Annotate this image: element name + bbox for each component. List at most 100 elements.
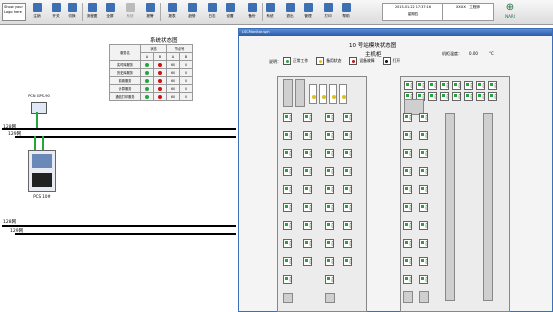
io-module[interactable]: K-LK [403, 257, 412, 266]
io-module[interactable]: K-LK [464, 81, 473, 90]
io-module[interactable]: K-LK [428, 81, 437, 90]
io-module[interactable]: K-LK [325, 239, 334, 248]
io-module[interactable]: K-LK [403, 131, 412, 140]
toolbar-button[interactable]: 报表 [164, 2, 180, 22]
pcs-device-icon[interactable] [28, 150, 56, 192]
toolbar-button[interactable]: 报警 [142, 2, 158, 22]
power-unit[interactable] [309, 84, 317, 104]
toolbar-button[interactable]: 备份 [244, 2, 260, 22]
toolbar-icon [207, 3, 217, 12]
toolbar-button[interactable]: 系统 [262, 2, 278, 22]
io-module[interactable]: K-LK [419, 131, 428, 140]
io-module[interactable]: K-LK [343, 203, 352, 212]
io-module[interactable]: K-LK [283, 239, 292, 248]
toolbar-button[interactable]: 退出 [282, 2, 298, 22]
module-status-window[interactable]: LSCMonitor.sph 10 号站模块状态图 主机柜 机柜温度： 0.00… [238, 28, 553, 312]
power-unit[interactable] [319, 84, 327, 104]
io-module[interactable]: K-LK [403, 275, 412, 284]
io-module[interactable]: K-LK [283, 275, 292, 284]
io-module[interactable]: K-LK [303, 203, 312, 212]
io-module[interactable]: K-LK [403, 239, 412, 248]
gps-device-icon[interactable] [31, 102, 47, 114]
io-module[interactable]: K-LK [476, 92, 485, 101]
io-module[interactable]: K-LK [325, 275, 334, 284]
io-module[interactable]: K-LK [343, 149, 352, 158]
io-module[interactable]: K-LK [403, 185, 412, 194]
io-module[interactable]: K-LK [476, 81, 485, 90]
toolbar-button[interactable]: 注销 [29, 2, 45, 22]
io-module[interactable]: K-LK [283, 131, 292, 140]
io-module[interactable]: K-LK [403, 221, 412, 230]
io-module[interactable]: K-LK [403, 203, 412, 212]
io-module[interactable]: K-LK [303, 113, 312, 122]
power-unit[interactable] [339, 84, 347, 104]
user-box[interactable]: XXXX 工程师 [442, 3, 494, 21]
io-module[interactable]: K-LK [303, 167, 312, 176]
io-module[interactable]: K-LK [283, 113, 292, 122]
io-module[interactable]: K-LK [419, 167, 428, 176]
io-module[interactable]: K-LK [452, 92, 461, 101]
io-module[interactable]: K-LK [343, 257, 352, 266]
io-module[interactable]: K-LK [419, 185, 428, 194]
io-module[interactable]: K-LK [283, 221, 292, 230]
io-module[interactable]: K-LK [283, 167, 292, 176]
io-module[interactable]: K-LK [419, 113, 428, 122]
io-module[interactable]: K-LK [419, 149, 428, 158]
module-code: K-LK [424, 114, 428, 120]
io-module[interactable]: K-LK [488, 92, 497, 101]
io-module[interactable]: K-LK [488, 81, 497, 90]
toolbar-button[interactable]: 切换 [64, 2, 80, 22]
io-module[interactable]: K-LK [343, 113, 352, 122]
io-module[interactable]: K-LK [419, 221, 428, 230]
io-module[interactable]: K-LK [404, 81, 413, 90]
io-module[interactable]: K-LK [303, 185, 312, 194]
io-module[interactable]: K-LK [343, 221, 352, 230]
io-module[interactable]: K-LK [419, 239, 428, 248]
io-module[interactable]: K-LK [419, 275, 428, 284]
io-module[interactable]: K-LK [325, 221, 334, 230]
io-module[interactable]: K-LK [325, 257, 334, 266]
io-module[interactable]: K-LK [325, 149, 334, 158]
io-module[interactable]: K-LK [343, 185, 352, 194]
io-module[interactable]: K-LK [403, 113, 412, 122]
io-module[interactable]: K-LK [419, 257, 428, 266]
user-role: 工程师 [469, 5, 481, 9]
toolbar-button[interactable]: 流程图 [84, 2, 100, 22]
io-module[interactable]: K-LK [440, 92, 449, 101]
io-module[interactable]: K-LK [403, 149, 412, 158]
io-module[interactable]: K-LK [283, 185, 292, 194]
io-module[interactable]: K-LK [325, 185, 334, 194]
toolbar-button[interactable]: 日志 [204, 2, 220, 22]
io-module[interactable]: K-LK [325, 113, 334, 122]
io-module[interactable]: K-LK [283, 257, 292, 266]
io-module[interactable]: K-LK [325, 131, 334, 140]
io-module[interactable]: K-LK [325, 203, 334, 212]
io-module[interactable]: K-LK [343, 239, 352, 248]
io-module[interactable]: K-LK [303, 149, 312, 158]
io-module[interactable]: K-LK [343, 131, 352, 140]
io-module[interactable]: K-LK [303, 239, 312, 248]
io-module[interactable]: K-LK [419, 203, 428, 212]
toolbar-button[interactable]: 设置 [222, 2, 238, 22]
toolbar-button[interactable]: 管理 [300, 2, 316, 22]
toolbar-button[interactable]: 全屏 [102, 2, 118, 22]
io-module[interactable]: K-LK [303, 257, 312, 266]
io-module[interactable]: K-LK [325, 167, 334, 176]
io-module[interactable]: K-LK [283, 203, 292, 212]
io-module[interactable]: K-LK [428, 92, 437, 101]
toolbar-button[interactable]: 帮助 [338, 2, 354, 22]
power-unit[interactable] [329, 84, 337, 104]
io-module[interactable]: K-LK [464, 92, 473, 101]
toolbar-button[interactable]: 开关 [48, 2, 64, 22]
io-module[interactable]: K-LK [452, 81, 461, 90]
io-module[interactable]: K-LK [283, 149, 292, 158]
io-module[interactable]: K-LK [303, 131, 312, 140]
toolbar-button[interactable]: 系统 [122, 2, 138, 22]
toolbar-button[interactable]: 打印 [320, 2, 336, 22]
io-module[interactable]: K-LK [303, 221, 312, 230]
io-module[interactable]: K-LK [440, 81, 449, 90]
toolbar-button[interactable]: 趋势 [184, 2, 200, 22]
io-module[interactable]: K-LK [343, 167, 352, 176]
io-module[interactable]: K-LK [416, 81, 425, 90]
io-module[interactable]: K-LK [403, 167, 412, 176]
